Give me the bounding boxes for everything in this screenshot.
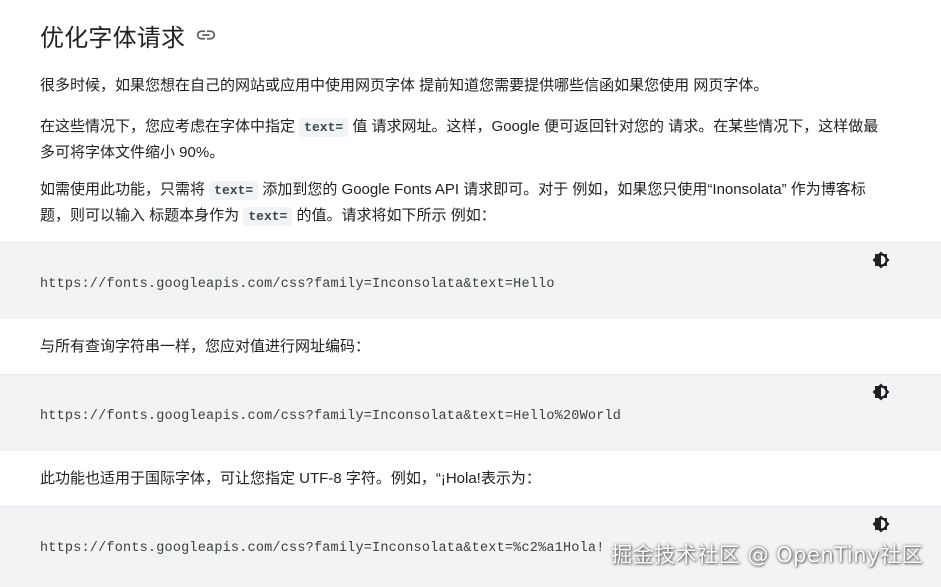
code-text: https://fonts.googleapis.com/css?family=… <box>40 277 555 292</box>
code-block-hello-world: https://fonts.googleapis.com/css?family=… <box>0 374 941 451</box>
paragraph-international: 此功能也适用于国际字体，可让您指定 UTF-8 字符。例如，“¡Hola!表示为… <box>40 466 889 491</box>
paragraph-intro: 很多时候，如果您想在自己的网站或应用中使用网页字体 提前知道您需要提供哪些信函如… <box>40 73 889 98</box>
article: 优化字体请求 很多时候，如果您想在自己的网站或应用中使用网页字体 提前知道您需要… <box>0 0 941 587</box>
code-text: https://fonts.googleapis.com/css?family=… <box>40 541 605 556</box>
paragraph-url-encode-text: 与所有查询字符串一样，您应对值进行网址编码： <box>40 338 371 355</box>
inline-code-text-param: text= <box>209 181 259 200</box>
paragraph-url-encode: 与所有查询字符串一样，您应对值进行网址编码： <box>40 334 889 359</box>
watermark: 掘金技术社区 @ OpenTiny社区 <box>611 543 923 567</box>
heading-title: 优化字体请求 <box>40 24 186 52</box>
brightness-icon[interactable] <box>871 250 891 270</box>
paragraph-usage-part3: 的值。请求将如下所示 例如： <box>292 207 496 224</box>
paragraph-intro-text: 很多时候，如果您想在自己的网站或应用中使用网页字体 提前知道您需要提供哪些信函如… <box>40 77 769 94</box>
brightness-icon[interactable] <box>871 514 891 534</box>
paragraph-text-param-part1: 在这些情况下，您应考虑在字体中指定 <box>40 118 300 135</box>
paragraph-usage-part1: 如需使用此功能，只需将 <box>40 181 210 198</box>
link-icon[interactable] <box>195 24 217 46</box>
code-text: https://fonts.googleapis.com/css?family=… <box>40 409 622 424</box>
brightness-icon[interactable] <box>871 382 891 402</box>
paragraph-international-text: 此功能也适用于国际字体，可让您指定 UTF-8 字符。例如，“¡Hola!表示为… <box>40 470 541 487</box>
paragraph-text-param: 在这些情况下，您应考虑在字体中指定 text= 值 请求网址。这样，Google… <box>40 114 889 165</box>
section-heading: 优化字体请求 <box>40 17 217 53</box>
code-block-hello: https://fonts.googleapis.com/css?family=… <box>0 242 941 319</box>
inline-code-text-param: text= <box>243 207 293 226</box>
paragraph-usage: 如需使用此功能，只需将 text= 添加到您的 Google Fonts API… <box>40 177 889 229</box>
inline-code-text-param: text= <box>299 118 349 137</box>
